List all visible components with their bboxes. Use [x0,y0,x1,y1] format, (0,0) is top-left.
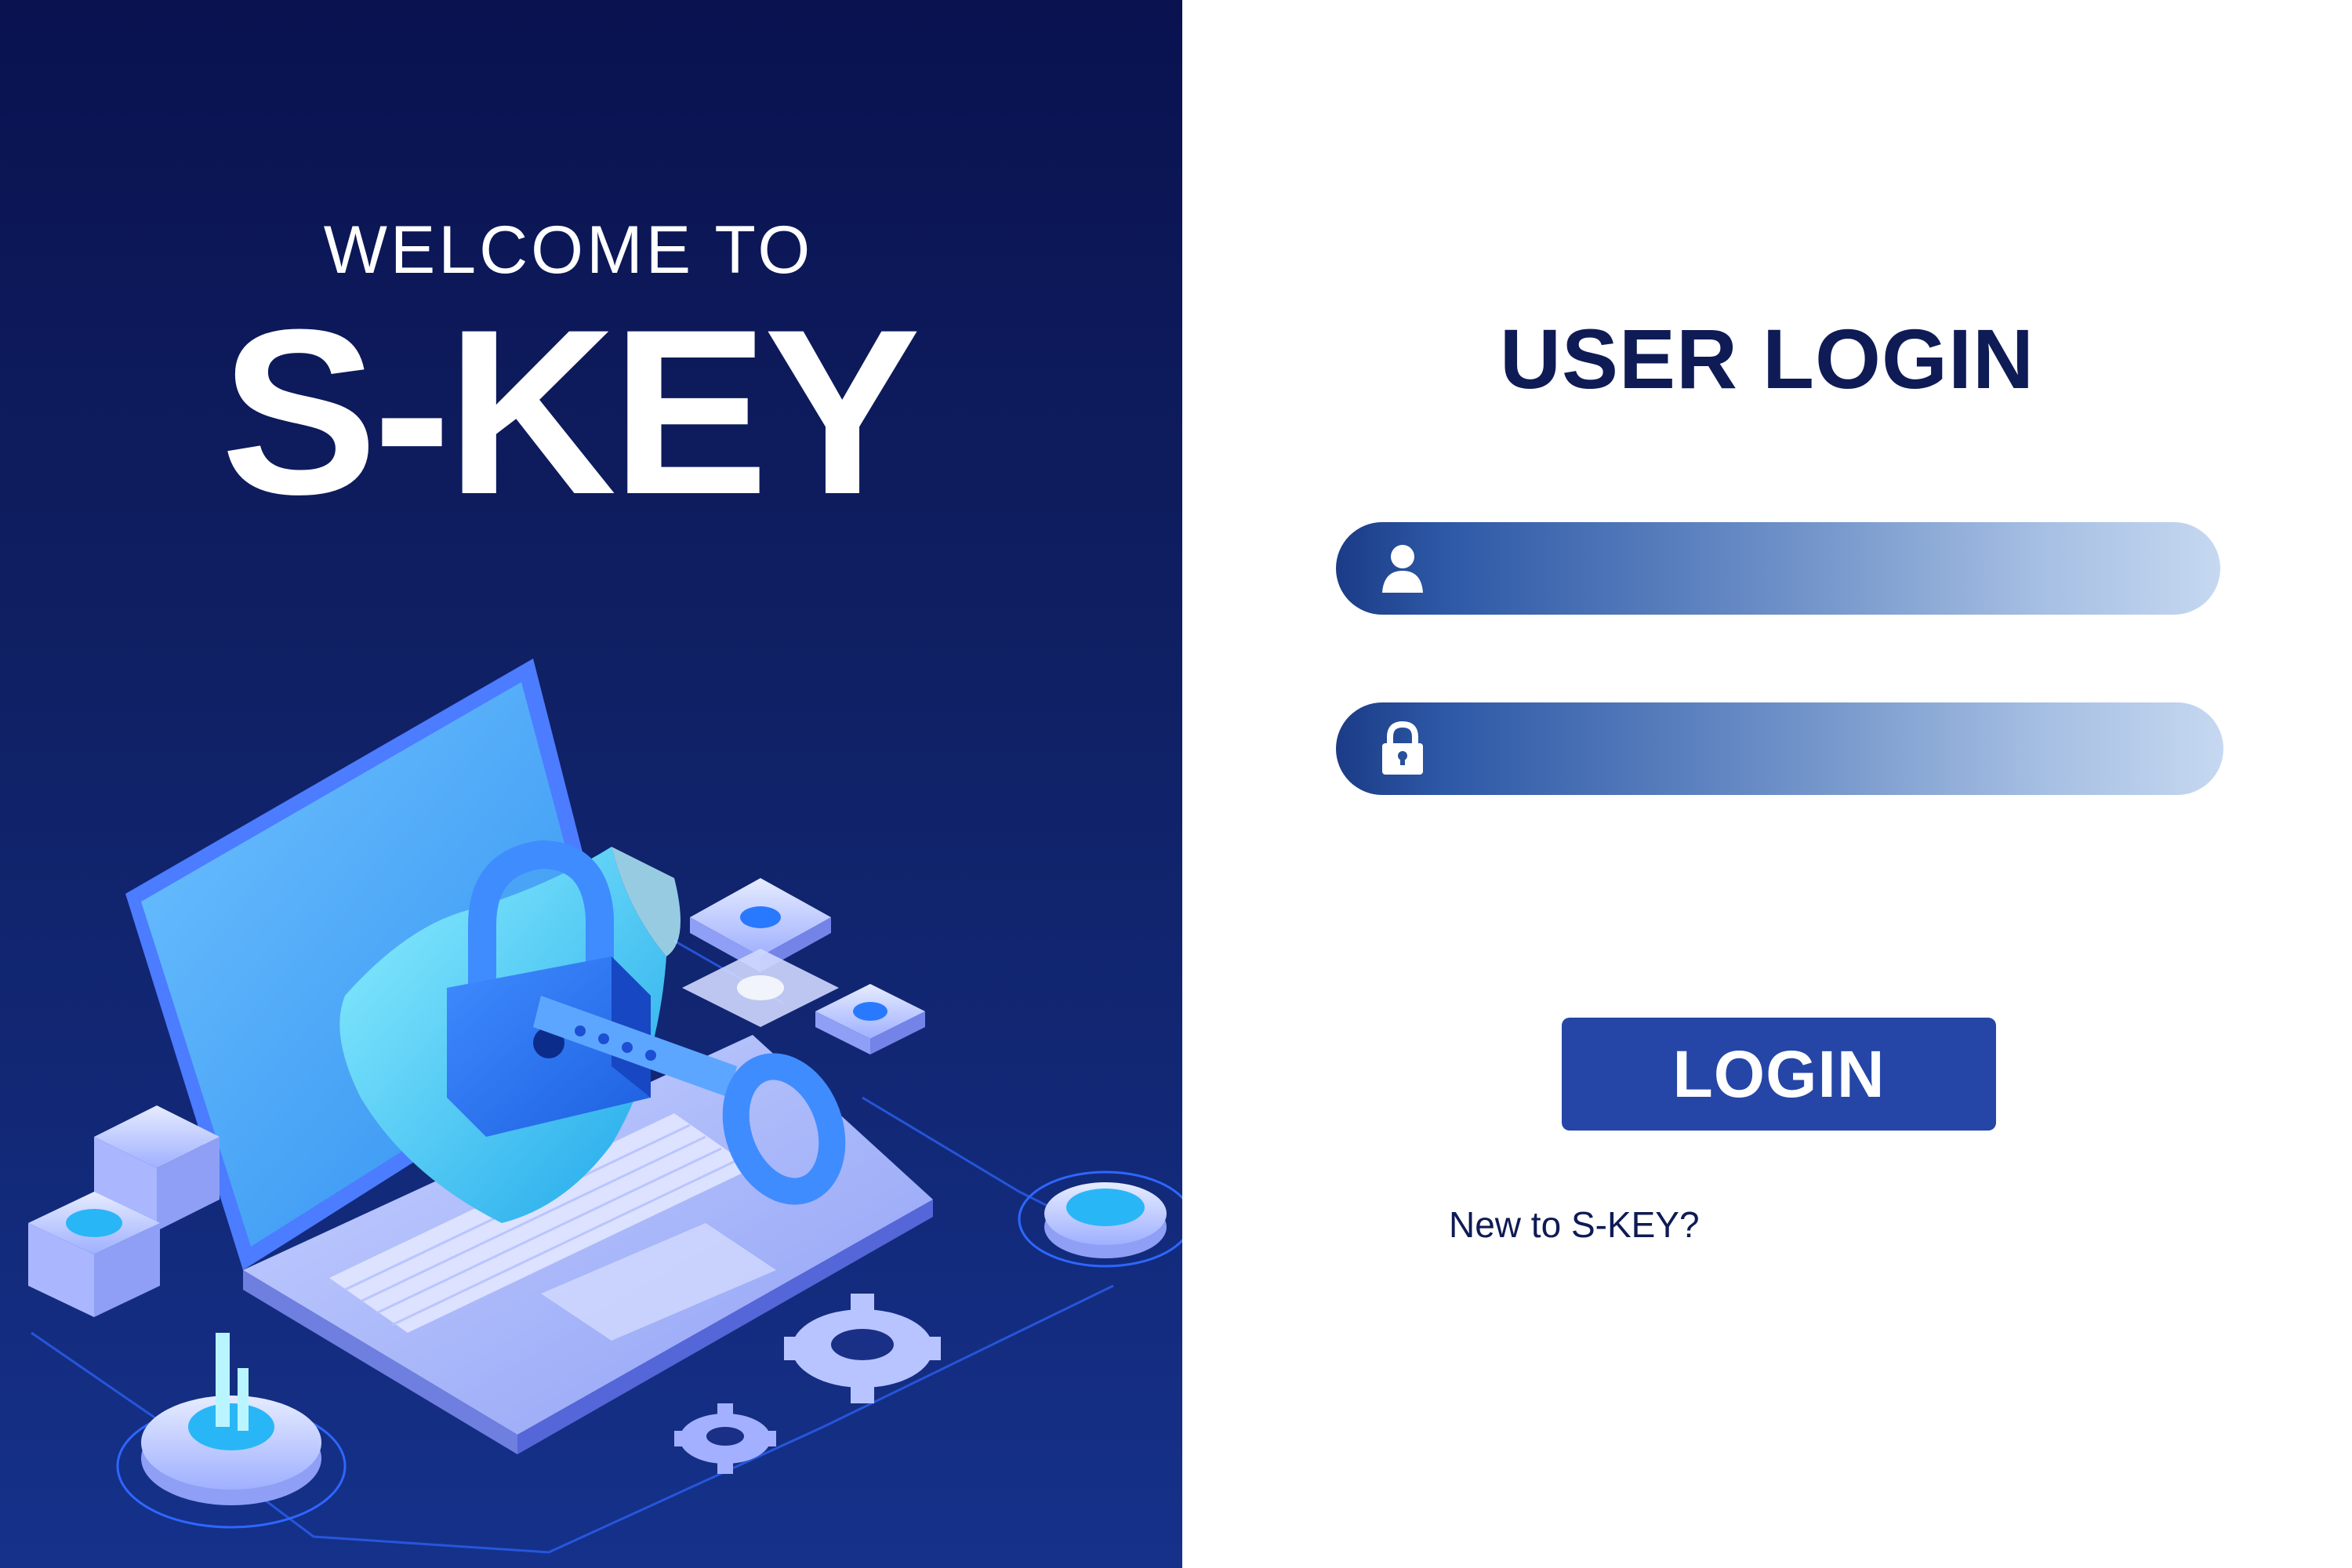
login-title: USER LOGIN [1499,311,2035,406]
hero-panel: WELCOME TO S-KEY [0,0,1182,1568]
username-input[interactable] [1454,538,2186,601]
gear-icon [674,1403,776,1474]
brand-title: S-KEY [220,280,921,543]
gear-icon [784,1294,941,1403]
signup-link[interactable]: New to S-KEY? [1449,1203,1700,1246]
user-icon [1375,541,1430,596]
password-input[interactable] [1454,718,2186,781]
password-field[interactable] [1336,702,2223,795]
server-blocks [28,1105,220,1317]
login-button[interactable]: LOGIN [1562,1018,1996,1131]
security-illustration [28,659,1182,1554]
lock-icon [1375,720,1430,776]
username-field[interactable] [1336,522,2220,615]
power-pad [116,1333,347,1529]
login-panel: USER LOGIN LOGIN New to S-KEY? [1182,0,2352,1568]
welcome-text: WELCOME TO [323,212,814,288]
disk-pad [1018,1171,1182,1268]
